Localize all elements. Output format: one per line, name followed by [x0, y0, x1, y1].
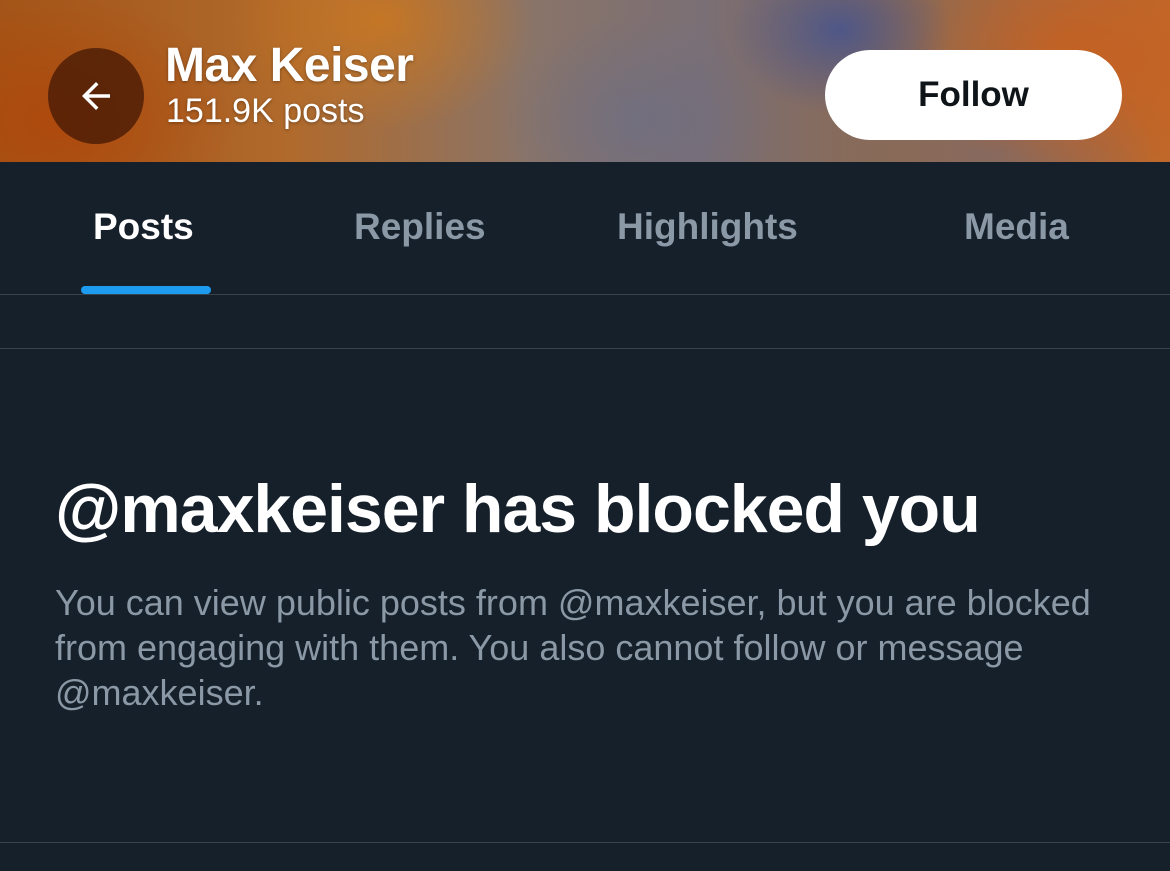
profile-name: Max Keiser [165, 39, 414, 92]
back-button[interactable] [48, 48, 144, 144]
follow-button[interactable]: Follow [825, 50, 1122, 140]
tab-media[interactable]: Media [964, 206, 1069, 248]
blocked-title: @maxkeiser has blocked you [55, 471, 981, 547]
profile-tabs: Posts Replies Highlights Media [0, 162, 1170, 295]
blocked-message: You can view public posts from @maxkeise… [55, 582, 1091, 713]
active-tab-indicator [81, 286, 211, 294]
tab-replies[interactable]: Replies [354, 206, 486, 248]
profile-header-banner: Max Keiser 151.9K posts Follow [0, 0, 1170, 162]
tab-posts[interactable]: Posts [93, 206, 194, 248]
post-count: 151.9K posts [166, 92, 365, 130]
divider [0, 842, 1170, 843]
tab-highlights[interactable]: Highlights [617, 206, 798, 248]
arrow-left-icon [82, 82, 110, 110]
divider [0, 348, 1170, 349]
